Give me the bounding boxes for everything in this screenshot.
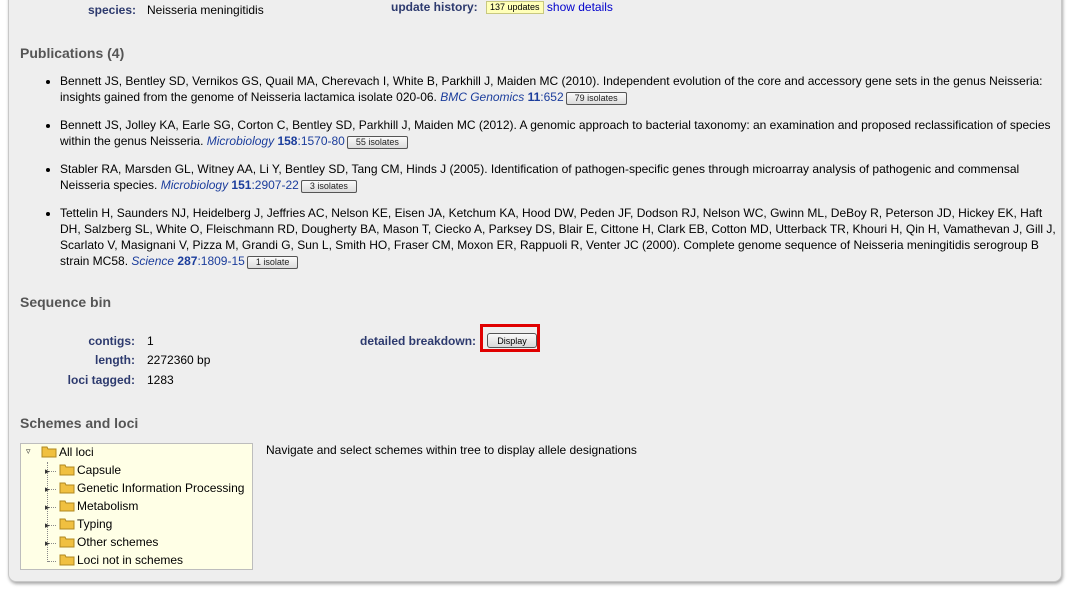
publication-link[interactable]: Science 287:1809-15 [131, 254, 244, 268]
collapse-icon[interactable]: ▿ [26, 446, 31, 457]
folder-icon [59, 518, 75, 530]
publication-link[interactable]: Microbiology 151:2907-22 [161, 178, 299, 192]
folder-icon [41, 446, 57, 458]
tree-node-genetic-info[interactable]: Genetic Information Processing [59, 480, 244, 497]
publications-list: Bennett JS, Bentley SD, Vernikos GS, Qua… [42, 73, 1060, 281]
detailed-breakdown-label: detailed breakdown: [360, 334, 477, 348]
schemes-instruction: Navigate and select schemes within tree … [266, 443, 637, 457]
isolates-button[interactable]: 79 isolates [565, 92, 627, 105]
length-label: length: [95, 353, 135, 367]
update-history-label: update history: [391, 0, 478, 14]
expand-icon[interactable]: ▸ [45, 466, 50, 477]
update-count-badge: 137 updates [486, 1, 544, 14]
contigs-value: 1 [147, 334, 154, 348]
show-details-link[interactable]: show details [547, 0, 613, 14]
folder-icon [59, 554, 75, 566]
expand-icon[interactable]: ▸ [45, 502, 50, 513]
tree-node-all-loci[interactable]: All loci [41, 444, 94, 461]
folder-icon [59, 482, 75, 494]
tree-node-typing[interactable]: Typing [59, 516, 112, 533]
length-value: 2272360 bp [147, 353, 211, 367]
publication-link[interactable]: Microbiology 158:1570-80 [207, 134, 345, 148]
loci-tree: ▿ ▸ ▸ ▸ ▸ ▸ All loci Capsule Genetic Inf… [20, 443, 253, 570]
loci-tagged-label: loci tagged: [67, 373, 135, 387]
loci-tagged-value: 1283 [147, 373, 174, 387]
expand-icon[interactable]: ▸ [45, 538, 50, 549]
folder-icon [59, 464, 75, 476]
publication-link[interactable]: BMC Genomics 11:652 [440, 90, 563, 104]
isolates-button[interactable]: 55 isolates [346, 136, 408, 149]
publication-item: Bennett JS, Jolley KA, Earle SG, Corton … [60, 117, 1060, 149]
folder-icon [59, 500, 75, 512]
tree-node-metabolism[interactable]: Metabolism [59, 498, 138, 515]
species-label: species: [88, 3, 137, 17]
species-value: Neisseria meningitidis [147, 3, 264, 17]
contigs-label: contigs: [88, 334, 135, 348]
sequence-bin-heading: Sequence bin [20, 294, 112, 310]
display-button[interactable]: Display [487, 333, 537, 348]
schemes-heading: Schemes and loci [20, 415, 139, 431]
publication-item: Tettelin H, Saunders NJ, Heidelberg J, J… [60, 205, 1060, 269]
publication-item: Bennett JS, Bentley SD, Vernikos GS, Qua… [60, 73, 1060, 105]
tree-node-capsule[interactable]: Capsule [59, 462, 121, 479]
isolates-button[interactable]: 1 isolate [246, 256, 299, 269]
expand-icon[interactable]: ▸ [45, 520, 50, 531]
isolates-button[interactable]: 3 isolates [300, 180, 357, 193]
publication-item: Stabler RA, Marsden GL, Witney AA, Li Y,… [60, 161, 1060, 193]
publications-heading: Publications (4) [20, 45, 125, 61]
tree-node-loci-not-in-schemes[interactable]: Loci not in schemes [59, 552, 183, 569]
tree-node-other-schemes[interactable]: Other schemes [59, 534, 158, 551]
expand-icon[interactable]: ▸ [45, 484, 50, 495]
folder-icon [59, 536, 75, 548]
